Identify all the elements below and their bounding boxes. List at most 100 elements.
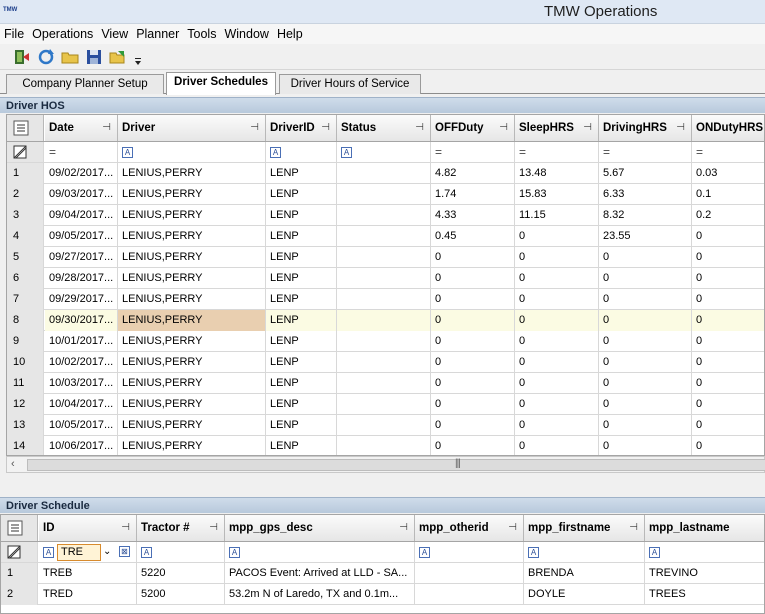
row-number[interactable]: 4 xyxy=(7,226,44,247)
row-number[interactable]: 11 xyxy=(7,373,44,394)
cell-offduty[interactable]: 0 xyxy=(431,268,515,289)
cell-drivinghrs[interactable]: 0 xyxy=(599,331,692,352)
cell-otherid[interactable] xyxy=(415,563,524,584)
menu-window[interactable]: Window xyxy=(220,24,272,42)
cell-drivinghrs[interactable]: 5.67 xyxy=(599,163,692,184)
cell-status[interactable] xyxy=(337,310,431,331)
cell-offduty[interactable]: 0 xyxy=(431,331,515,352)
cell-sleephrs[interactable]: 0 xyxy=(515,415,599,436)
menu-tools[interactable]: Tools xyxy=(183,24,220,42)
row-number[interactable]: 1 xyxy=(7,163,44,184)
hos-row[interactable]: 8 09/30/2017... LENIUS,PERRY LENP 0 0 0 0 xyxy=(7,310,764,331)
cell-date[interactable]: 10/06/2017... xyxy=(45,436,118,455)
filter-drivinghrs[interactable]: = xyxy=(599,142,692,162)
hos-row[interactable]: 14 10/06/2017... LENIUS,PERRY LENP 0 0 0 0 xyxy=(7,436,764,455)
cell-date[interactable]: 09/28/2017... xyxy=(45,268,118,289)
cell-status[interactable] xyxy=(337,373,431,394)
cell-driverid[interactable]: LENP xyxy=(266,205,337,226)
cell-offduty[interactable]: 4.33 xyxy=(431,205,515,226)
cell-sleephrs[interactable]: 0 xyxy=(515,352,599,373)
cell-sleephrs[interactable]: 0 xyxy=(515,310,599,331)
filter-clear-icon[interactable] xyxy=(7,142,44,162)
filter-driver[interactable]: A xyxy=(118,142,266,162)
cell-ondutyhrs[interactable]: 0.1 xyxy=(692,184,764,205)
col-driver[interactable]: Driver ⊣ xyxy=(118,115,266,141)
cell-gps-desc[interactable]: 53.2m N of Laredo, TX and 0.1m... xyxy=(225,584,415,605)
menu-planner[interactable]: Planner xyxy=(132,24,183,42)
col-mpp-firstname[interactable]: mpp_firstname ⊣ xyxy=(524,515,645,541)
menu-help[interactable]: Help xyxy=(273,24,307,42)
cell-status[interactable] xyxy=(337,247,431,268)
cell-driver[interactable]: LENIUS,PERRY xyxy=(118,436,266,455)
col-drivinghrs[interactable]: DrivingHRS ⊣ xyxy=(599,115,692,141)
cell-ondutyhrs[interactable]: 0.2 xyxy=(692,205,764,226)
cell-ondutyhrs[interactable]: 0 xyxy=(692,394,764,415)
cell-ondutyhrs[interactable]: 0 xyxy=(692,415,764,436)
cell-offduty[interactable]: 4.82 xyxy=(431,163,515,184)
cell-date[interactable]: 09/05/2017... xyxy=(45,226,118,247)
cell-driver[interactable]: LENIUS,PERRY xyxy=(118,415,266,436)
overflow-icon[interactable] xyxy=(132,47,144,67)
row-number[interactable]: 1 xyxy=(1,563,38,584)
filter-id-clear-icon[interactable]: ⊠ xyxy=(119,546,130,557)
cell-drivinghrs[interactable]: 0 xyxy=(599,352,692,373)
cell-driverid[interactable]: LENP xyxy=(266,310,337,331)
cell-ondutyhrs[interactable]: 0 xyxy=(692,289,764,310)
cell-ondutyhrs[interactable]: 0 xyxy=(692,268,764,289)
filter-otherid[interactable]: A xyxy=(415,542,524,562)
cell-driver[interactable]: LENIUS,PERRY xyxy=(118,247,266,268)
cell-sleephrs[interactable]: 0 xyxy=(515,289,599,310)
cell-status[interactable] xyxy=(337,415,431,436)
refresh-icon[interactable] xyxy=(36,47,56,67)
cell-status[interactable] xyxy=(337,436,431,455)
cell-driverid[interactable]: LENP xyxy=(266,415,337,436)
filter-lastname[interactable]: A xyxy=(645,542,764,562)
cell-drivinghrs[interactable]: 0 xyxy=(599,436,692,455)
cell-ondutyhrs[interactable]: 0 xyxy=(692,310,764,331)
row-number[interactable]: 3 xyxy=(7,205,44,226)
cell-date[interactable]: 10/02/2017... xyxy=(45,352,118,373)
scroll-thumb[interactable] xyxy=(27,459,765,471)
hos-row[interactable]: 7 09/29/2017... LENIUS,PERRY LENP 0 0 0 0 xyxy=(7,289,764,310)
cell-drivinghrs[interactable]: 0 xyxy=(599,268,692,289)
cell-offduty[interactable]: 0 xyxy=(431,310,515,331)
cell-ondutyhrs[interactable]: 0 xyxy=(692,226,764,247)
schedule-row[interactable]: 2 TRED 5200 53.2m N of Laredo, TX and 0.1m.… xyxy=(1,584,764,605)
cell-ondutyhrs[interactable]: 0 xyxy=(692,331,764,352)
filter-driverid[interactable]: A xyxy=(266,142,337,162)
cell-status[interactable] xyxy=(337,394,431,415)
cell-driver[interactable]: LENIUS,PERRY xyxy=(118,310,266,331)
tab-driver-schedules[interactable]: Driver Schedules xyxy=(166,72,276,95)
column-chooser-icon[interactable] xyxy=(7,115,44,141)
cell-otherid[interactable] xyxy=(415,584,524,605)
row-number[interactable]: 13 xyxy=(7,415,44,436)
schedule-column-chooser-icon[interactable] xyxy=(1,515,38,541)
cell-status[interactable] xyxy=(337,352,431,373)
scroll-left-icon[interactable]: ‹ xyxy=(11,458,15,470)
hos-row[interactable]: 2 09/03/2017... LENIUS,PERRY LENP 1.74 15.83 6… xyxy=(7,184,764,205)
schedule-filter-clear-icon[interactable] xyxy=(1,542,38,562)
col-id[interactable]: ID ⊣ xyxy=(39,515,137,541)
cell-drivinghrs[interactable]: 0 xyxy=(599,289,692,310)
cell-driverid[interactable]: LENP xyxy=(266,268,337,289)
row-number[interactable]: 14 xyxy=(7,436,44,455)
cell-date[interactable]: 09/02/2017... xyxy=(45,163,118,184)
cell-status[interactable] xyxy=(337,268,431,289)
filter-firstname[interactable]: A xyxy=(524,542,645,562)
col-status[interactable]: Status ⊣ xyxy=(337,115,431,141)
col-tractor[interactable]: Tractor # ⊣ xyxy=(137,515,225,541)
cell-status[interactable] xyxy=(337,226,431,247)
col-mpp-lastname[interactable]: mpp_lastname xyxy=(645,515,764,541)
cell-offduty[interactable]: 0 xyxy=(431,436,515,455)
col-offduty[interactable]: OFFDuty ⊣ xyxy=(431,115,515,141)
cell-driver[interactable]: LENIUS,PERRY xyxy=(118,268,266,289)
cell-sleephrs[interactable]: 0 xyxy=(515,226,599,247)
cell-date[interactable]: 09/04/2017... xyxy=(45,205,118,226)
cell-driverid[interactable]: LENP xyxy=(266,184,337,205)
filter-status[interactable]: A xyxy=(337,142,431,162)
filter-tractor[interactable]: A xyxy=(137,542,225,562)
hos-horizontal-scrollbar[interactable]: ‹ ||| xyxy=(6,456,765,473)
row-number[interactable]: 2 xyxy=(7,184,44,205)
exit-icon[interactable] xyxy=(12,47,32,67)
cell-date[interactable]: 09/29/2017... xyxy=(45,289,118,310)
